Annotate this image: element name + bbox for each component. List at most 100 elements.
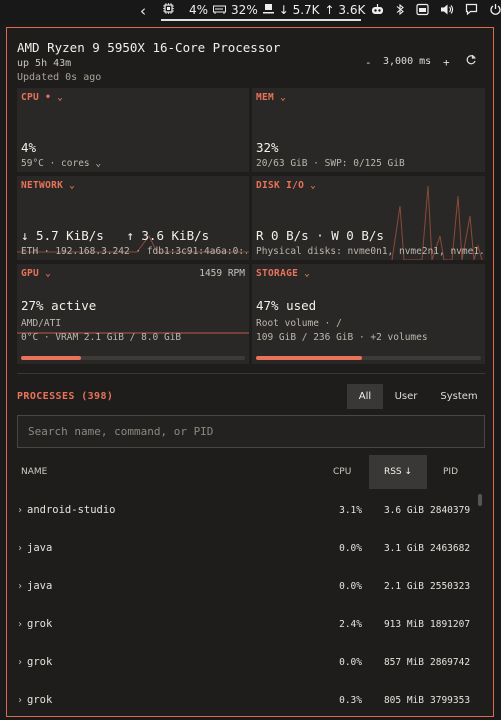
system-monitor-indicator[interactable]: 4% 32% ↓ 5.7K ↑ 3.6K (161, 1, 365, 21)
filter-system-tab[interactable]: System (434, 384, 484, 409)
upload-rate: ↑ 3.6K (324, 3, 366, 17)
process-row[interactable]: › android-studio 3.1% 3.6 GiB 2840379 (7, 492, 493, 530)
process-pid: 2463682 (430, 543, 471, 554)
process-row[interactable]: › java 0.0% 2.1 GiB 2550323 (7, 568, 493, 606)
refresh-icon[interactable] (465, 54, 477, 70)
process-pid: 2550323 (430, 581, 471, 592)
network-icon (262, 3, 274, 17)
process-rss: 3.6 GiB (383, 505, 424, 516)
process-row[interactable]: › grok 0.0% 857 MiB 2869742 (7, 644, 493, 682)
gpu-card-label[interactable]: GPU ⌄ (21, 268, 51, 279)
storage-card-label[interactable]: STORAGE ⌄ (256, 268, 310, 279)
process-rss: 2.1 GiB (383, 581, 424, 592)
gpu-sparkline (17, 332, 249, 334)
processor-name: AMD Ryzen 9 5950X 16-Core Processor (17, 40, 281, 55)
increase-interval-button[interactable]: + (443, 56, 450, 69)
process-pid: 1891207 (430, 619, 471, 630)
cpu-card-label[interactable]: CPU • ⌄ (21, 92, 63, 103)
physical-disks: Physical disks: nvme0n1, nvme2n1, nvme1.… (256, 246, 483, 257)
cpu-card[interactable]: CPU • ⌄ 4% 59°C · cores ⌄ (17, 88, 249, 172)
disk-io-rates: R 0 B/s · W 0 B/s (256, 228, 384, 243)
gpu-card[interactable]: GPU ⌄ 1459 RPM 27% active AMD/ATI 0°C · … (17, 264, 249, 364)
process-name: android-studio (27, 504, 116, 516)
process-search-field[interactable] (17, 415, 485, 448)
storage-usage-bar (256, 356, 481, 360)
process-name: grok (27, 618, 53, 630)
filter-all-tab[interactable]: All (347, 384, 383, 409)
window-icon[interactable] (416, 3, 429, 20)
gpu-vendor: AMD/ATI (21, 318, 62, 329)
disk-io-card-label[interactable]: DISK I/O ⌄ (256, 180, 316, 191)
volume-icon[interactable] (440, 3, 454, 20)
process-cpu: 3.1% (339, 505, 362, 516)
process-cpu: 0.0% (339, 543, 362, 554)
bluetooth-icon[interactable] (395, 3, 405, 20)
process-pid: 3799353 (430, 695, 471, 706)
root-volume: Root volume · / (256, 318, 342, 329)
gpu-usage-bar (21, 356, 245, 360)
process-rss: 913 MiB (383, 619, 424, 630)
network-card-label[interactable]: NETWORK ⌄ (21, 180, 75, 191)
decrease-interval-button[interactable]: - (365, 56, 372, 69)
process-name: java (27, 542, 53, 554)
system-top-bar: ‹ 4% 32% ↓ 5.7K ↑ 3.6K (0, 0, 501, 24)
gpu-usage-bar-fill (21, 356, 82, 360)
memory-card-label[interactable]: MEM ⌄ (256, 92, 286, 103)
download-rate: ↓ 5.7K (278, 3, 320, 17)
expand-chevron-icon[interactable]: › (17, 619, 23, 630)
memory-details: 20/63 GiB · SWP: 0/125 GiB (256, 158, 405, 169)
column-header-cpu[interactable]: CPU (333, 455, 351, 489)
expand-chevron-icon[interactable]: › (17, 505, 23, 516)
process-rss: 857 MiB (383, 657, 424, 668)
process-rss: 805 MiB (383, 695, 424, 706)
process-cpu: 0.0% (339, 657, 362, 668)
cpu-usage-value: 4% (21, 140, 37, 155)
robot-icon[interactable] (371, 3, 384, 20)
network-card[interactable]: NETWORK ⌄ ↓ 5.7 KiB/s ↑ 3.6 KiB/s ETH · … (17, 176, 249, 260)
cpu-icon (163, 3, 174, 17)
process-rss: 3.1 GiB (383, 543, 424, 554)
column-header-name[interactable]: NAME (21, 455, 47, 489)
column-header-pid[interactable]: PID (443, 455, 458, 489)
process-row[interactable]: › grok 2.4% 913 MiB 1891207 (7, 606, 493, 644)
process-cpu: 0.3% (339, 695, 362, 706)
memory-icon (213, 3, 227, 17)
expand-chevron-icon[interactable]: › (17, 695, 23, 706)
process-cpu: 0.0% (339, 581, 362, 592)
process-row[interactable]: › grok 0.3% 805 MiB 3799353 (7, 682, 493, 716)
storage-usage-bar-fill (256, 356, 362, 360)
system-monitor-window: AMD Ryzen 9 5950X 16-Core Processor up 5… (6, 27, 494, 717)
column-header-rss[interactable]: RSS ↓ (369, 455, 427, 489)
expand-chevron-icon[interactable]: › (17, 581, 23, 592)
gpu-vram: 0°C · VRAM 2.1 GiB / 8.0 GiB (21, 332, 182, 343)
process-name: grok (27, 656, 53, 668)
process-name: grok (27, 694, 53, 706)
memory-card[interactable]: MEM ⌄ 32% 20/63 GiB · SWP: 0/125 GiB (252, 88, 485, 172)
network-interface: ETH · 192.168.3.242 · fdb1:3c91:4a6a:0:.… (21, 246, 247, 257)
expand-chevron-icon[interactable]: › (17, 543, 23, 554)
processes-title: PROCESSES (398) (17, 391, 114, 402)
network-rates: ↓ 5.7 KiB/s ↑ 3.6 KiB/s (21, 228, 210, 243)
system-tray (371, 3, 501, 20)
updated-status: Updated 0s ago (17, 72, 102, 83)
storage-details: 109 GiB / 236 GiB · +2 volumes (256, 332, 428, 343)
process-cpu: 2.4% (339, 619, 362, 630)
filter-user-tab[interactable]: User (388, 384, 424, 409)
cpu-temperature[interactable]: 59°C · cores ⌄ (21, 158, 101, 169)
process-search-input[interactable] (18, 416, 484, 447)
gpu-fan-speed: 1459 RPM (199, 268, 245, 279)
expand-chevron-icon[interactable]: › (17, 657, 23, 668)
cpu-percent: 4% (189, 3, 209, 17)
back-icon[interactable]: ‹ (140, 2, 146, 20)
uptime: up 5h 43m (17, 58, 72, 69)
storage-card[interactable]: STORAGE ⌄ 47% used Root volume · / 109 G… (252, 264, 485, 364)
process-row[interactable]: › java 0.0% 3.1 GiB 2463682 (7, 530, 493, 568)
memory-usage-value: 32% (256, 140, 279, 155)
disk-io-card[interactable]: DISK I/O ⌄ R 0 B/s · W 0 B/s Physical di… (252, 176, 485, 260)
section-divider (17, 373, 485, 374)
process-pid: 2869742 (430, 657, 471, 668)
refresh-interval: 3,000 ms (383, 56, 432, 67)
storage-usage-value: 47% used (256, 298, 317, 313)
power-icon[interactable] (489, 3, 501, 20)
chat-icon[interactable] (465, 3, 478, 20)
